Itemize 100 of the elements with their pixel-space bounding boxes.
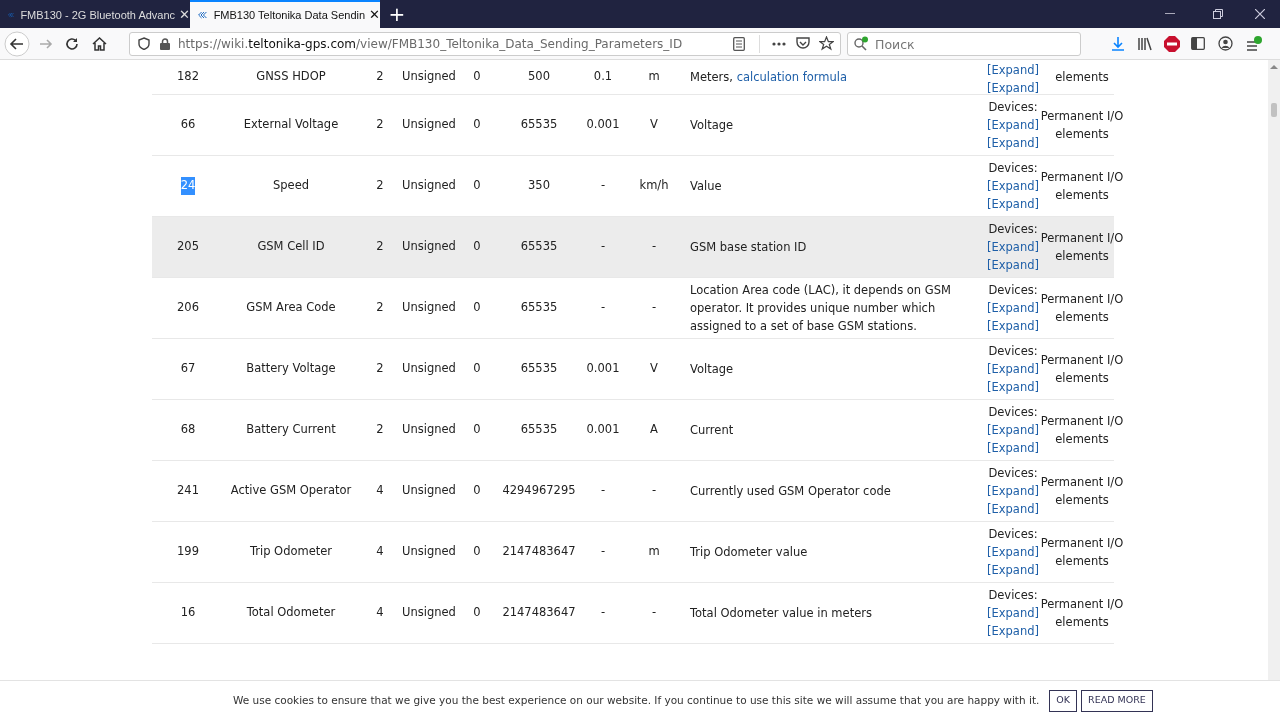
new-tab-button[interactable]: + (380, 0, 414, 28)
expand-link[interactable]: [Expand] (987, 134, 1039, 152)
table-cell: 0 (473, 177, 481, 195)
table-cell: - (600, 482, 606, 500)
table-cell: 2 (376, 360, 384, 378)
expand-link[interactable]: [Expand] (987, 317, 1039, 335)
table-cell: 4 (376, 482, 384, 500)
table-cell: 0 (473, 299, 481, 317)
restore-icon[interactable] (1213, 9, 1223, 19)
read-more-button[interactable]: READ MORE (1081, 689, 1153, 712)
url-text: https://wiki.teltonika-gps.com/view/FMB130_Teltonika_Data_Sending_Parameters_ID (178, 35, 684, 53)
table-cell: 0.001 (586, 116, 620, 134)
table-cell: GNSS HDOP (256, 68, 326, 86)
table-cell: Location Area code (LAC), it depends on GSM operator. It provides unique number which assigned to a set of base GSM stations. (690, 283, 951, 333)
table-cell: 4294967295 (502, 482, 576, 500)
expand-link[interactable]: [Expand] (987, 604, 1039, 622)
table-cell-text: Permanent I/O elements (1040, 413, 1124, 448)
more-icon[interactable] (772, 41, 786, 46)
table-cell: Unsigned (402, 421, 456, 439)
search-icon (853, 35, 869, 51)
table-cell: 206 (177, 299, 199, 317)
reload-icon[interactable] (65, 36, 79, 51)
expand-link[interactable]: [Expand] (987, 378, 1039, 396)
expand-link[interactable]: [Expand] (987, 561, 1039, 579)
table-cell: 4 (376, 604, 384, 622)
table-cell: Unsigned (402, 543, 456, 561)
library-icon[interactable] (1138, 36, 1152, 51)
close-tab-icon[interactable]: ✕ (179, 5, 190, 25)
scroll-up-icon[interactable] (1270, 64, 1278, 69)
expand-link[interactable]: [Expand] (987, 79, 1039, 97)
close-tab-icon[interactable]: ✕ (369, 5, 380, 25)
table-cell: V (650, 360, 658, 378)
table-cell: 0 (473, 604, 481, 622)
expand-link[interactable]: [Expand] (987, 622, 1039, 640)
table-cell: Unsigned (402, 482, 456, 500)
table-cell: 0 (473, 482, 481, 500)
expand-link[interactable]: [Expand] (987, 116, 1039, 134)
expand-link[interactable]: [Expand] (987, 482, 1039, 500)
browser-tab[interactable]: FMB130 Teltonika Data Sendin ✕ (190, 0, 380, 28)
table-cell: Voltage (690, 118, 734, 132)
table-cell: 0 (473, 360, 481, 378)
table-cell: Current (690, 423, 734, 437)
table-cell: - (600, 543, 606, 561)
table-cell: Battery Current (246, 421, 336, 439)
table-cell: - (600, 299, 606, 317)
table-cell: 4 (376, 543, 384, 561)
expand-link[interactable]: [Expand] (987, 238, 1039, 256)
expand-link[interactable]: [Expand] (987, 61, 1039, 79)
star-icon[interactable] (819, 36, 834, 51)
table-cell: 350 (528, 177, 550, 195)
back-icon[interactable] (4, 30, 30, 57)
devices-label: Devices: (988, 465, 1038, 482)
minimize-icon[interactable] (1165, 13, 1175, 15)
accept-button[interactable]: OK (1049, 689, 1078, 712)
table-cell: Unsigned (402, 116, 456, 134)
table-cell: Unsigned (402, 604, 456, 622)
menu-icon[interactable] (1246, 35, 1262, 52)
expand-link[interactable]: [Expand] (987, 177, 1039, 195)
table-cell: 65535 (520, 299, 558, 317)
table-cell: GSM Cell ID (257, 238, 325, 256)
table-cell: - (651, 604, 657, 622)
expand-link[interactable]: [Expand] (987, 256, 1039, 274)
expand-link[interactable]: [Expand] (987, 543, 1039, 561)
pocket-icon[interactable] (796, 37, 810, 50)
link[interactable]: calculation formula (736, 70, 848, 84)
expand-link[interactable]: [Expand] (987, 421, 1039, 439)
table-cell: - (600, 604, 606, 622)
address-bar[interactable]: https://wiki.teltonika-gps.com/view/FMB130_Teltonika_Data_Sending_Parameters_ID (129, 31, 841, 56)
close-icon[interactable] (1255, 9, 1265, 19)
table-cell: Currently used GSM Operator code (690, 484, 891, 498)
expand-link[interactable]: [Expand] (987, 360, 1039, 378)
scroll-thumb[interactable] (1271, 103, 1277, 117)
table-cell: Unsigned (402, 177, 456, 195)
scrollbar[interactable] (1268, 60, 1280, 680)
home-icon[interactable] (92, 36, 107, 51)
table-cell: 65535 (520, 116, 558, 134)
table-cell: 0.1 (593, 68, 613, 86)
reader-view-icon[interactable] (733, 36, 745, 51)
table-cell: 0 (473, 543, 481, 561)
expand-link[interactable]: [Expand] (987, 195, 1039, 213)
table-cell: V (650, 116, 658, 134)
table-cell-text: Permanent I/O elements (1040, 596, 1124, 631)
download-icon[interactable] (1111, 36, 1125, 51)
cookie-notice: We use cookies to ensure that we give you the best experience on our website. If you continue to use this site we will assume that you are happy with it. (233, 692, 1040, 708)
adblock-icon[interactable] (1164, 35, 1180, 52)
expand-link[interactable]: [Expand] (987, 439, 1039, 457)
devices-label: Devices: (988, 282, 1038, 299)
search-field[interactable]: Поиск (847, 32, 1081, 56)
table-cell: Meters, calculation formula (690, 70, 848, 84)
table-cell: Unsigned (402, 238, 456, 256)
account-icon[interactable] (1218, 36, 1233, 51)
expand-link[interactable]: [Expand] (987, 500, 1039, 518)
table-cell: - (600, 238, 606, 256)
expand-link[interactable]: [Expand] (987, 299, 1039, 317)
table-cell-text: Permanent I/O elements (1040, 169, 1124, 204)
table-cell: 65535 (520, 421, 558, 439)
table-cell: 199 (177, 543, 199, 561)
table-cell: 2 (376, 68, 384, 86)
browser-tab[interactable]: FMB130 - 2G Bluetooth Advanc ✕ (0, 0, 190, 28)
sidebar-icon[interactable] (1191, 37, 1205, 50)
